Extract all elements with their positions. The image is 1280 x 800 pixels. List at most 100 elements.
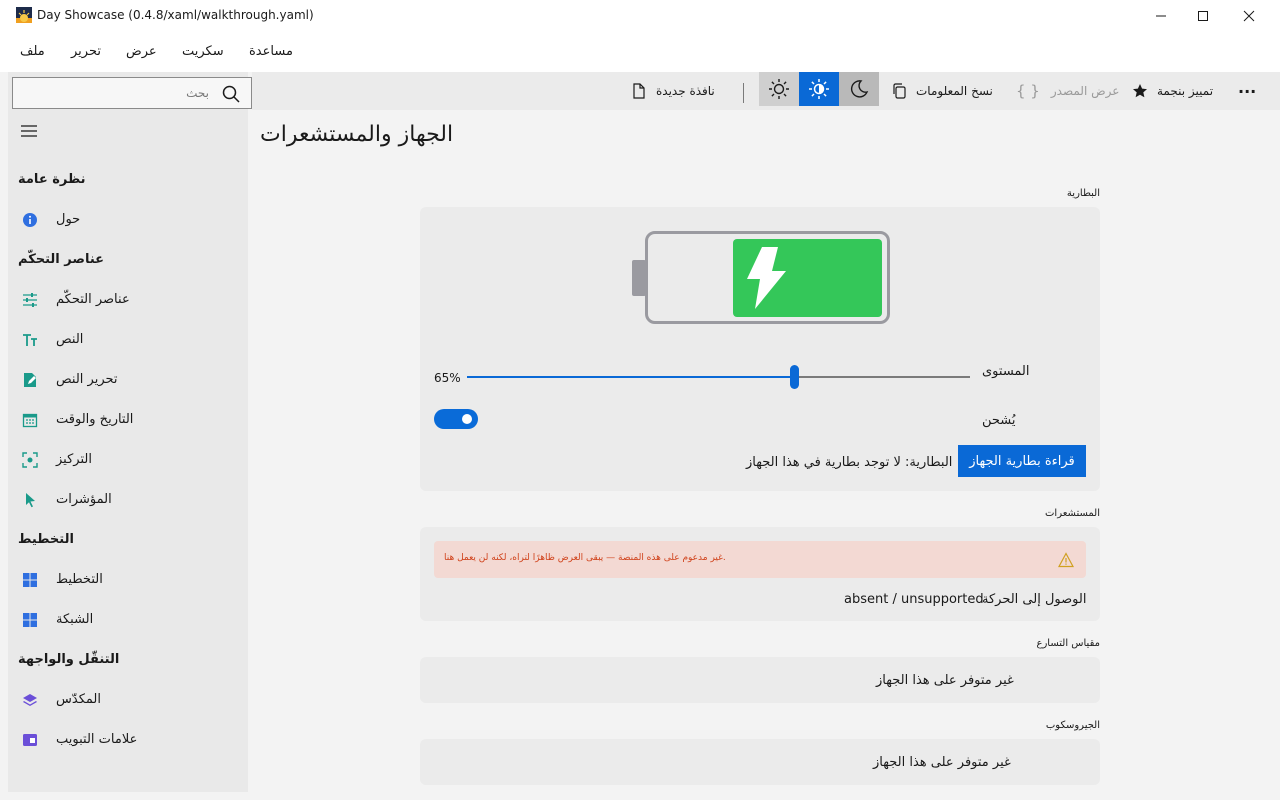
level-slider-fill — [467, 376, 794, 378]
document-icon — [633, 83, 645, 99]
nav-item-label: التركيز — [56, 452, 92, 467]
calendar-icon — [22, 413, 38, 428]
nav-item-pointers[interactable]: المؤشرات — [18, 484, 238, 516]
search-button[interactable] — [221, 84, 241, 104]
battery-status-text: البطارية: لا توجد بطارية في هذا الجهاز — [746, 455, 953, 470]
menu-script[interactable]: سكريت — [182, 44, 224, 59]
charging-label: يُشحن — [982, 413, 1016, 428]
maximize-icon — [1198, 11, 1208, 21]
sun-outline-icon — [769, 79, 789, 99]
toggle-knob — [462, 414, 472, 424]
gyroscope-section-label: الجيروسكوب — [1045, 720, 1100, 731]
view-source-button[interactable]: { } عرض المصدر — [1016, 72, 1119, 110]
info-icon — [23, 213, 37, 227]
app-icon — [16, 7, 32, 23]
nav-item-controls[interactable]: عناصر التحكّم — [18, 284, 238, 316]
unsupported-warning: غير مدعوم على هذه المنصة — يبقى العرض ظا… — [434, 541, 1086, 578]
motion-label: الوصول إلى الحركة — [982, 592, 1087, 607]
nav-item-label: المكدّس — [56, 692, 101, 707]
focus-icon — [22, 452, 38, 468]
copy-info-button[interactable]: نسخ المعلومات — [892, 72, 993, 110]
theme-system-button[interactable] — [759, 72, 799, 106]
theme-dark-button[interactable] — [839, 72, 879, 106]
sensors-card: غير مدعوم على هذه المنصة — يبقى العرض ظا… — [420, 527, 1100, 621]
nav-section-controls: عناصر التحكّم — [18, 252, 105, 267]
level-slider-thumb[interactable] — [789, 365, 799, 389]
menu-bar: ملف تحرير عرض سكريت مساعدة — [0, 32, 1280, 72]
grid-icon — [23, 613, 37, 627]
search-input[interactable] — [19, 83, 209, 103]
nav-item-label: النص — [56, 332, 84, 347]
nav-item-tabs[interactable]: علامات التبويب — [18, 724, 238, 756]
search-icon — [222, 85, 240, 103]
nav-item-label: التخطيط — [56, 572, 103, 587]
tabs-icon — [23, 734, 37, 746]
level-label: المستوى — [982, 364, 1030, 379]
page-title: الجهاز والمستشعرات — [260, 122, 454, 147]
nav-item-label: التاريخ والوقت — [56, 412, 134, 427]
new-window-button[interactable]: نافذة جديدة — [632, 72, 715, 110]
highlight-star-button[interactable]: تمييز بنجمة — [1132, 72, 1213, 110]
close-button[interactable] — [1226, 0, 1272, 32]
nav-section-layout: التخطيط — [18, 532, 74, 547]
maximize-button[interactable] — [1180, 0, 1226, 32]
hamburger-button[interactable] — [20, 123, 38, 137]
hamburger-icon — [21, 125, 37, 137]
toolbar-divider — [743, 83, 744, 103]
more-icon: ··· — [1238, 81, 1257, 101]
nav-item-layout[interactable]: التخطيط — [18, 564, 238, 596]
warning-text: غير مدعوم على هذه المنصة — يبقى العرض ظا… — [444, 553, 726, 563]
moon-icon — [850, 80, 869, 98]
nav-item-stack[interactable]: المكدّس — [18, 684, 238, 716]
nav-item-label: الشبكة — [56, 612, 94, 627]
window-title: Day Showcase (0.4.8/xaml/walkthrough.yam… — [37, 8, 314, 22]
gyroscope-card: غير متوفر على هذا الجهاز — [420, 739, 1100, 785]
text-icon — [23, 334, 37, 346]
battery-section-label: البطارية — [1066, 188, 1100, 199]
minimize-icon — [1156, 15, 1166, 17]
sidebar: نظرة عامة حول عناصر التحكّم عناصر التحكّ… — [8, 72, 252, 792]
nav-item-datetime[interactable]: التاريخ والوقت — [18, 404, 238, 436]
toolbar: نافذة جديدة نسخ المعلومات { } عرض المصدر… — [252, 72, 1280, 110]
nav-section-navigation: التنقّل والواجهة — [18, 652, 120, 667]
motion-value: absent / unsupported — [844, 592, 984, 607]
minimize-button[interactable] — [1138, 0, 1184, 32]
nav-section-overview: نظرة عامة — [18, 172, 86, 187]
nav-item-about[interactable]: حول — [18, 204, 238, 236]
accelerometer-section-label: مقياس التسارع — [1036, 638, 1100, 649]
level-value: 65% — [434, 371, 461, 385]
nav-item-label: المؤشرات — [56, 492, 112, 507]
highlight-star-label: تمييز بنجمة — [1157, 84, 1214, 98]
sun-icon — [809, 79, 829, 99]
nav-item-text-edit[interactable]: تحرير النص — [18, 364, 238, 396]
menu-edit[interactable]: تحرير — [71, 44, 101, 59]
battery-terminal — [632, 260, 646, 296]
copy-icon — [893, 83, 906, 99]
accelerometer-status: غير متوفر على هذا الجهاز — [876, 673, 1014, 688]
braces-icon: { } — [1016, 82, 1040, 100]
menu-view[interactable]: عرض — [126, 44, 157, 59]
gyroscope-status: غير متوفر على هذا الجهاز — [873, 755, 1011, 770]
nav-item-grid[interactable]: الشبكة — [18, 604, 238, 636]
nav-item-text[interactable]: النص — [18, 324, 238, 356]
menu-help[interactable]: مساعدة — [249, 44, 293, 59]
sensors-section-label: المستشعرات — [1045, 508, 1100, 519]
new-window-label: نافذة جديدة — [656, 84, 715, 98]
nav-item-focus[interactable]: التركيز — [18, 444, 238, 476]
edit-icon — [24, 373, 36, 387]
battery-card: 65% المستوى يُشحن البطارية: لا توجد بطار… — [420, 207, 1100, 491]
lightning-icon — [747, 247, 786, 309]
warning-icon — [1058, 552, 1074, 568]
copy-info-label: نسخ المعلومات — [916, 84, 993, 98]
theme-light-button[interactable] — [799, 72, 839, 106]
charging-toggle[interactable] — [434, 409, 478, 429]
more-button[interactable]: ··· — [1238, 72, 1256, 110]
nav-item-label: علامات التبويب — [56, 732, 138, 747]
layout-icon — [23, 573, 37, 587]
read-battery-button[interactable]: قراءة بطارية الجهاز — [958, 445, 1086, 477]
nav-item-label: حول — [56, 212, 81, 227]
nav-item-label: تحرير النص — [56, 372, 118, 387]
title-bar: Day Showcase (0.4.8/xaml/walkthrough.yam… — [0, 0, 1280, 32]
menu-file[interactable]: ملف — [20, 44, 45, 59]
battery-fill — [733, 239, 882, 317]
